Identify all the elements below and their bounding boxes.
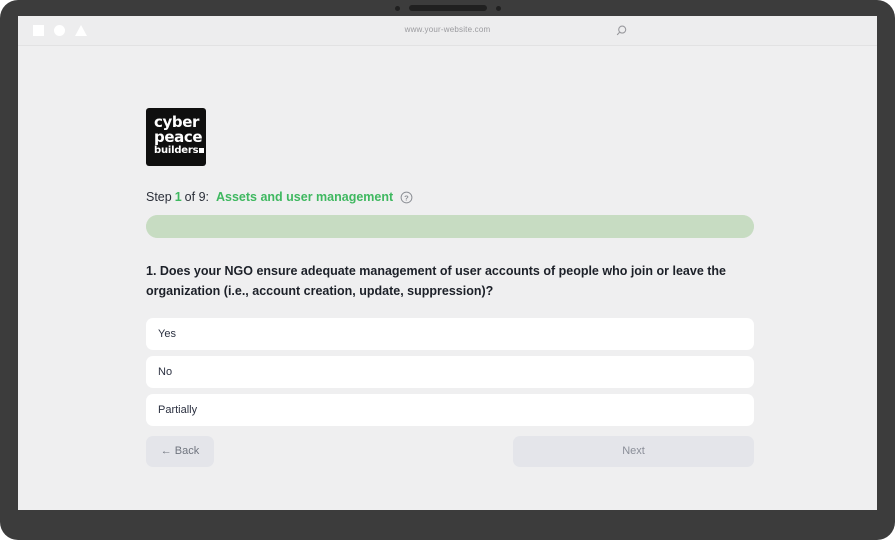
logo-square-dot-icon (199, 147, 205, 153)
next-button[interactable]: Next (513, 435, 754, 467)
brand-logo: cyber peace builders (146, 108, 206, 166)
speaker-bar-icon (408, 5, 487, 11)
answer-option-yes[interactable]: Yes (146, 317, 754, 350)
logo-line-2: peace (154, 128, 203, 147)
answer-option-label: Yes (158, 327, 176, 340)
step-title: Assets and user management (216, 190, 394, 204)
progress-bar-fill (146, 215, 754, 238)
question-mark-circle-icon[interactable]: ? (400, 191, 413, 204)
progress-bar (146, 215, 754, 238)
logo-line-3: builders (154, 144, 199, 156)
device-frame: www.your-website.com cyber peace builder… (0, 0, 895, 540)
back-button[interactable]: ← Back (146, 435, 214, 467)
question-text: 1. Does your NGO ensure adequate managem… (146, 264, 726, 299)
assessment-form: cyber peace builders Step 1 of 9: Assets… (146, 108, 754, 467)
answer-option-label: Partially (158, 403, 198, 416)
step-word: Step (146, 190, 172, 204)
logo-line-3-wrap: builders (154, 144, 206, 156)
step-total-label: of 9: (184, 190, 209, 204)
camera-dot-icon-right (495, 5, 501, 11)
answer-options: Yes No Partially (146, 317, 754, 426)
answer-option-label: No (158, 365, 173, 378)
camera-dot-icon (394, 5, 400, 11)
device-bezel-top (0, 0, 895, 16)
page-body: cyber peace builders Step 1 of 9: Assets… (18, 46, 877, 510)
step-current-number: 1 (174, 190, 182, 204)
step-indicator: Step 1 of 9: Assets and user management … (146, 190, 754, 204)
answer-option-no[interactable]: No (146, 355, 754, 388)
device-screen: www.your-website.com cyber peace builder… (18, 16, 877, 510)
browser-chrome: www.your-website.com (18, 16, 877, 46)
svg-text:?: ? (404, 193, 409, 202)
search-icon[interactable] (614, 24, 628, 38)
answer-option-partially[interactable]: Partially (146, 393, 754, 426)
address-bar-url[interactable]: www.your-website.com (18, 25, 877, 34)
form-actions: ← Back Next (146, 435, 754, 467)
